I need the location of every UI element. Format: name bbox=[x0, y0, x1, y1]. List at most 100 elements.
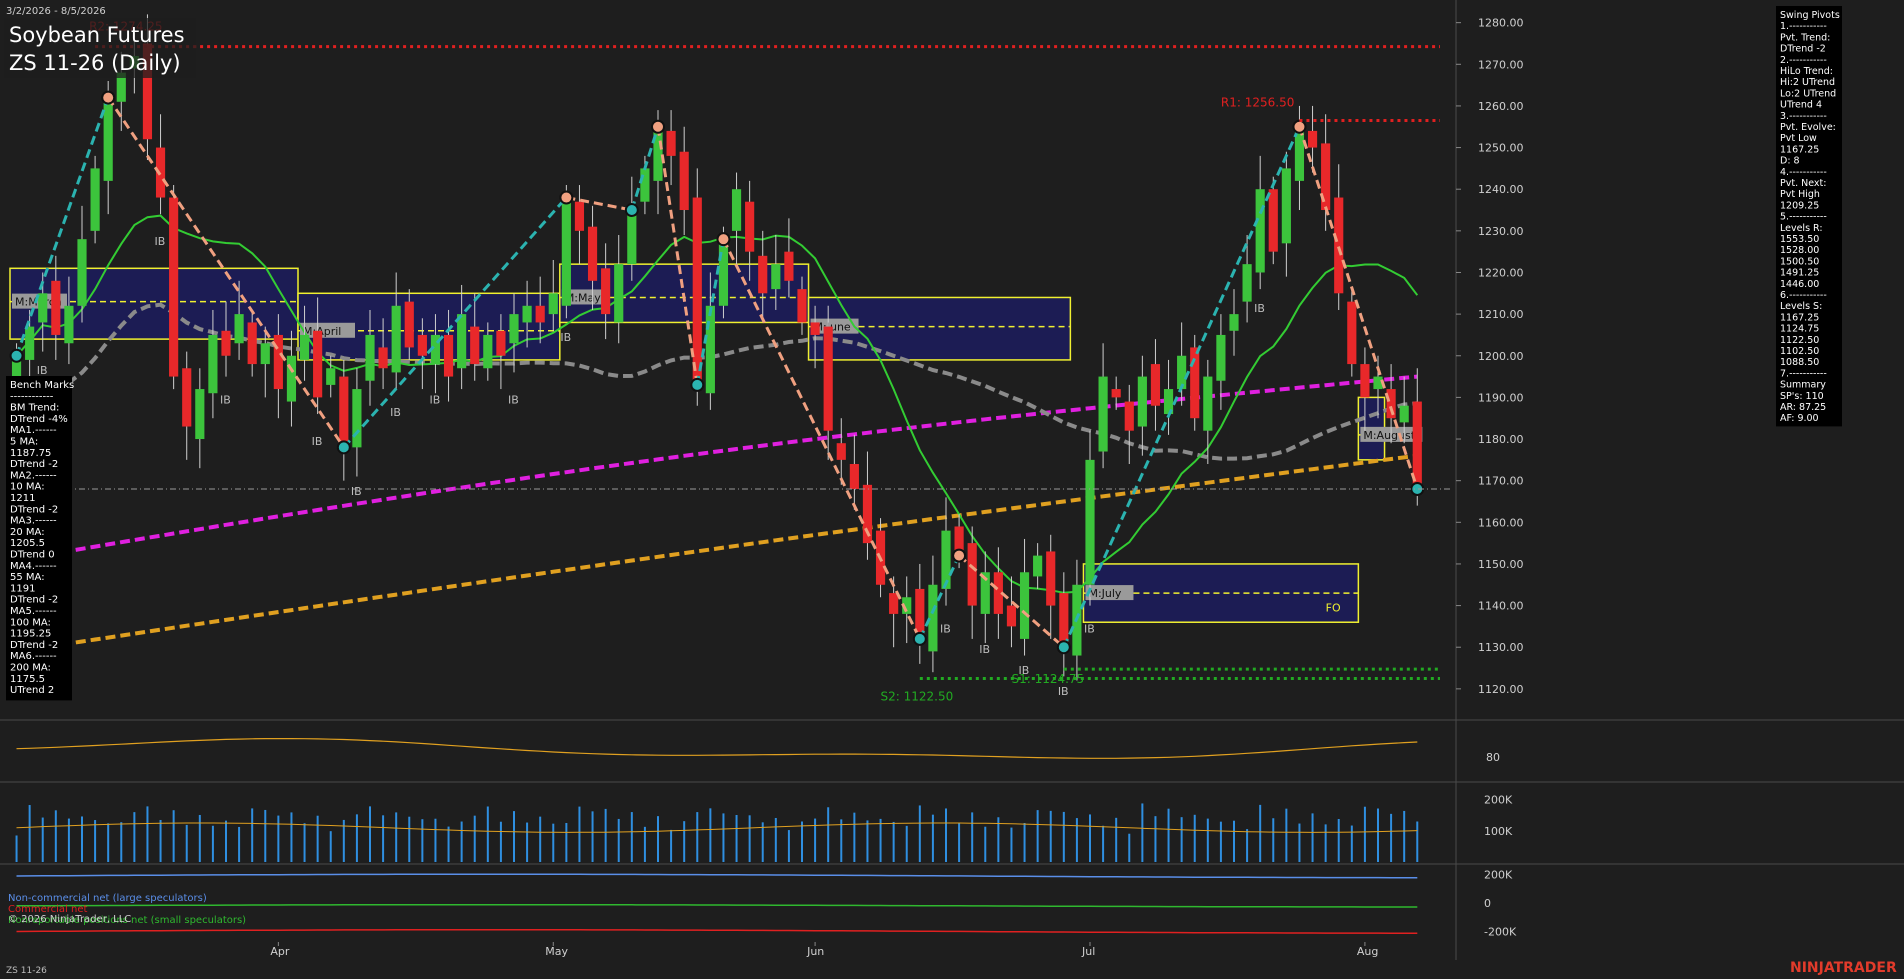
candle-body[interactable] bbox=[1268, 189, 1278, 252]
candle-body[interactable] bbox=[103, 97, 113, 181]
candle-body[interactable] bbox=[77, 239, 87, 306]
candle-body[interactable] bbox=[247, 322, 257, 365]
candle-body[interactable] bbox=[260, 343, 270, 365]
candle-body[interactable] bbox=[1150, 364, 1161, 406]
bench-marks-line: 1205.5 bbox=[10, 538, 45, 549]
candle-body[interactable] bbox=[823, 326, 833, 431]
candle-body[interactable] bbox=[771, 264, 781, 290]
swing-pivots-line: 1088.50 bbox=[1780, 357, 1819, 368]
candle-body[interactable] bbox=[195, 389, 205, 440]
candle-body[interactable] bbox=[1360, 364, 1370, 398]
candle-body[interactable] bbox=[1190, 347, 1200, 419]
candle-body[interactable] bbox=[483, 334, 493, 369]
candle-body[interactable] bbox=[417, 334, 427, 356]
candle-body[interactable] bbox=[496, 330, 506, 356]
candle-body[interactable] bbox=[299, 334, 310, 360]
bench-marks-line: 5 MA: bbox=[10, 437, 38, 448]
candle-body[interactable] bbox=[1111, 389, 1121, 398]
candle-body[interactable] bbox=[889, 593, 899, 614]
candle-body[interactable] bbox=[286, 355, 297, 402]
candle-body[interactable] bbox=[1019, 572, 1030, 639]
candle-body[interactable] bbox=[666, 130, 676, 156]
candle-body[interactable] bbox=[1006, 605, 1017, 627]
candle-body[interactable] bbox=[1307, 130, 1318, 148]
candle-body[interactable] bbox=[967, 543, 977, 606]
price-tick-label: 1210.00 bbox=[1478, 308, 1524, 321]
candle-body[interactable] bbox=[64, 305, 74, 344]
candle-body[interactable] bbox=[1124, 401, 1134, 431]
candle-body[interactable] bbox=[339, 376, 349, 448]
candle-body[interactable] bbox=[614, 264, 624, 323]
candle-body[interactable] bbox=[1137, 376, 1147, 427]
candle-body[interactable] bbox=[587, 226, 598, 281]
candle-body[interactable] bbox=[745, 201, 755, 252]
candle-body[interactable] bbox=[1242, 264, 1252, 302]
candle-body[interactable] bbox=[352, 389, 362, 448]
bench-marks-line: MA3.------ bbox=[10, 516, 57, 527]
candle-body[interactable] bbox=[705, 305, 715, 394]
candle-body[interactable] bbox=[208, 334, 218, 394]
candle-body[interactable] bbox=[601, 268, 611, 315]
cot-legend-item: Non-commercial net (large speculators) bbox=[8, 893, 207, 904]
candle-body[interactable] bbox=[457, 314, 467, 369]
swing-pivots-line: Hi:2 UTrend bbox=[1780, 77, 1835, 88]
candle-body[interactable] bbox=[378, 347, 388, 369]
candle-body[interactable] bbox=[1255, 189, 1265, 273]
candle-body[interactable] bbox=[391, 305, 401, 373]
ib-marker: IB bbox=[1084, 622, 1095, 635]
candle-body[interactable] bbox=[1281, 168, 1291, 244]
chart-canvas: M:MarchM:AprilM:MayM:JuneM:JulyM:August … bbox=[0, 0, 1904, 979]
candle-body[interactable] bbox=[1085, 459, 1095, 585]
candle-body[interactable] bbox=[1098, 376, 1108, 452]
candle-body[interactable] bbox=[810, 322, 820, 335]
candle-body[interactable] bbox=[1229, 314, 1239, 331]
candle-body[interactable] bbox=[535, 305, 545, 323]
candle-body[interactable] bbox=[1334, 197, 1344, 294]
bench-marks-line: 1211 bbox=[10, 493, 35, 504]
candle-body[interactable] bbox=[561, 197, 571, 306]
cot-tick-label: 0 bbox=[1484, 897, 1491, 910]
swing-pivots-line: 1102.50 bbox=[1780, 346, 1819, 357]
candle-body[interactable] bbox=[1399, 405, 1409, 423]
ib-marker: IB bbox=[560, 331, 571, 344]
candle-body[interactable] bbox=[758, 255, 768, 294]
candle-body[interactable] bbox=[718, 239, 729, 306]
candle-body[interactable] bbox=[548, 293, 558, 315]
candle-body[interactable] bbox=[627, 210, 637, 265]
candle-body[interactable] bbox=[509, 314, 519, 344]
candle-body[interactable] bbox=[365, 334, 375, 381]
candle-body[interactable] bbox=[731, 189, 742, 231]
candle-body[interactable] bbox=[313, 330, 323, 398]
candle-body[interactable] bbox=[169, 197, 179, 377]
candle-body[interactable] bbox=[784, 251, 794, 281]
candle-body[interactable] bbox=[522, 305, 532, 323]
swing-pivots-line: Pvt. Trend: bbox=[1780, 32, 1830, 43]
candle-body[interactable] bbox=[470, 326, 480, 365]
candle-body[interactable] bbox=[1033, 555, 1043, 577]
candle-body[interactable] bbox=[234, 314, 244, 344]
candle-body[interactable] bbox=[928, 584, 938, 652]
candle-body[interactable] bbox=[1203, 376, 1213, 431]
candle-body[interactable] bbox=[51, 280, 61, 335]
candle-body[interactable] bbox=[679, 151, 689, 211]
candle-body[interactable] bbox=[640, 168, 650, 202]
candle-body[interactable] bbox=[1046, 551, 1056, 606]
candle-body[interactable] bbox=[326, 368, 336, 385]
candle-body[interactable] bbox=[574, 201, 585, 231]
swing-pivots-line: Levels R: bbox=[1780, 223, 1823, 234]
candle-body[interactable] bbox=[797, 289, 807, 323]
candle-body[interactable] bbox=[849, 464, 859, 489]
swing-pivot-dot bbox=[1056, 640, 1071, 655]
candle-body[interactable] bbox=[25, 326, 35, 360]
candle-body[interactable] bbox=[38, 293, 48, 323]
candle-body[interactable] bbox=[836, 443, 846, 460]
candle-body[interactable] bbox=[221, 330, 231, 356]
candle-body[interactable] bbox=[404, 301, 414, 348]
candle-body[interactable] bbox=[1347, 301, 1357, 365]
candle-body[interactable] bbox=[443, 334, 454, 377]
candle-body[interactable] bbox=[90, 168, 100, 231]
candle-body[interactable] bbox=[182, 368, 192, 427]
swing-pivots-line: Pvt Low bbox=[1780, 133, 1817, 144]
candle-body[interactable] bbox=[1216, 334, 1226, 381]
bench-marks-line: DTrend -2 bbox=[10, 459, 58, 470]
